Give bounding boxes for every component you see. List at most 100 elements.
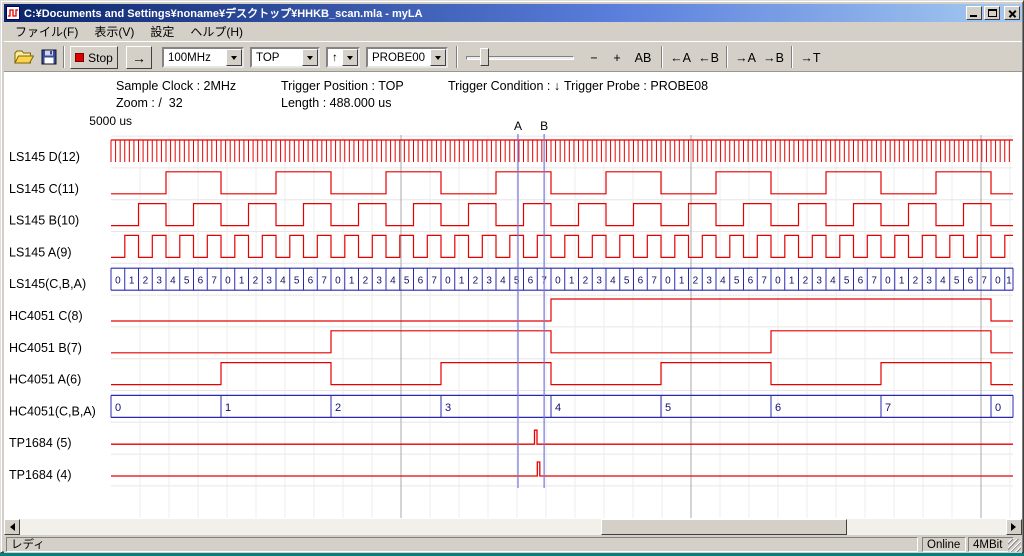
channel-row: LS145(C,B,A)0123456701234567012345670123… <box>9 268 1013 291</box>
digital-waveform <box>111 235 1013 257</box>
run-button[interactable]: → <box>126 46 152 69</box>
status-message: レディ <box>6 537 918 552</box>
svg-text:7: 7 <box>871 276 877 287</box>
svg-text:1: 1 <box>679 276 685 287</box>
goto-trigger-button[interactable]: →T <box>797 48 824 67</box>
svg-text:6: 6 <box>858 276 864 287</box>
menu-settings[interactable]: 設定 <box>142 21 182 42</box>
svg-text:4: 4 <box>830 276 836 287</box>
pulse-waveform <box>111 462 1013 476</box>
svg-text:3: 3 <box>486 276 492 287</box>
forward-a-button[interactable]: →A <box>732 48 759 67</box>
svg-text:2: 2 <box>693 276 699 287</box>
toolbar-separator <box>63 46 65 68</box>
minimize-button[interactable] <box>966 6 982 20</box>
ab-cursor-button[interactable]: AB <box>630 48 656 67</box>
svg-text:5: 5 <box>624 276 630 287</box>
goto-a-button[interactable]: ←A <box>667 48 694 67</box>
dropdown-arrow-icon[interactable] <box>226 49 242 66</box>
channel-row: LS145 A(9) <box>9 235 1013 259</box>
zoom-in-button[interactable]: + <box>607 48 627 67</box>
svg-text:5: 5 <box>734 276 740 287</box>
waveform-display[interactable]: LS145 D(12) LS145 C(11) LS145 B(10) LS145 A… <box>4 72 1022 519</box>
trigger-probe-select[interactable]: PROBE00 <box>366 47 448 68</box>
scroll-right-button[interactable] <box>1006 519 1022 535</box>
svg-text:3: 3 <box>376 276 382 287</box>
svg-text:7: 7 <box>211 276 217 287</box>
zoom-out-button[interactable]: − <box>584 48 604 67</box>
horizontal-scrollbar[interactable] <box>4 519 1022 535</box>
menu-file[interactable]: ファイル(F) <box>7 21 86 42</box>
trigger-position-select[interactable]: TOP <box>250 47 320 68</box>
scrollbar-thumb[interactable] <box>601 519 847 535</box>
channel-label: LS145 B(10) <box>9 214 79 228</box>
window-title: C:¥Documents and Settings¥noname¥デスクトップ¥… <box>24 5 964 21</box>
trigger-probe-value: PROBE00 <box>368 49 430 66</box>
svg-text:3: 3 <box>926 276 932 287</box>
cursor-a[interactable]: A <box>514 119 522 488</box>
maximize-button[interactable] <box>984 6 1000 20</box>
svg-text:4: 4 <box>280 276 286 287</box>
svg-text:4: 4 <box>940 276 946 287</box>
svg-text:0: 0 <box>115 402 121 414</box>
zoom-slider[interactable] <box>466 42 574 73</box>
close-button[interactable] <box>1004 6 1020 20</box>
sample-rate-select[interactable]: 100MHz <box>162 47 244 68</box>
save-file-button[interactable] <box>37 45 61 69</box>
open-file-button[interactable] <box>12 45 36 69</box>
svg-text:5: 5 <box>294 276 300 287</box>
svg-text:0: 0 <box>665 276 671 287</box>
toolbar: Stop → 100MHz TOP ↑ PROBE00 − + AB <box>4 41 1022 72</box>
svg-text:3: 3 <box>445 402 451 414</box>
trigger-edge-select[interactable]: ↑ <box>326 47 360 68</box>
svg-text:7: 7 <box>431 276 437 287</box>
scroll-left-icon <box>6 523 15 531</box>
run-arrow-icon: → <box>132 50 146 66</box>
svg-text:0: 0 <box>555 276 561 287</box>
scroll-left-button[interactable] <box>4 519 20 535</box>
resize-grip[interactable] <box>1008 539 1021 552</box>
svg-text:3: 3 <box>816 276 822 287</box>
statusbar: レディ Online 4MBit <box>4 536 1022 553</box>
status-online: Online <box>922 537 966 552</box>
svg-text:7: 7 <box>761 276 767 287</box>
sample-rate-value: 100MHz <box>164 49 226 66</box>
channel-label: LS145 A(9) <box>9 245 72 259</box>
svg-text:4: 4 <box>610 276 616 287</box>
svg-text:1: 1 <box>569 276 575 287</box>
svg-text:2: 2 <box>913 276 919 287</box>
svg-text:7: 7 <box>981 276 987 287</box>
toolbar-separator <box>661 46 663 68</box>
svg-text:2: 2 <box>253 276 259 287</box>
channel-label: LS145 C(11) <box>9 182 79 196</box>
menu-view[interactable]: 表示(V) <box>86 21 142 42</box>
svg-text:1: 1 <box>239 276 245 287</box>
menu-help[interactable]: ヘルプ(H) <box>182 21 251 42</box>
dropdown-arrow-icon[interactable] <box>302 49 318 66</box>
digital-waveform <box>111 331 1013 353</box>
channel-row: LS145 D(12) <box>9 140 1013 164</box>
svg-text:4: 4 <box>390 276 396 287</box>
svg-text:6: 6 <box>638 276 644 287</box>
svg-text:0: 0 <box>775 276 781 287</box>
svg-text:3: 3 <box>596 276 602 287</box>
forward-b-button[interactable]: →B <box>760 48 787 67</box>
svg-text:1: 1 <box>789 276 795 287</box>
svg-text:4: 4 <box>720 276 726 287</box>
channel-row: LS145 C(11) <box>9 172 1013 196</box>
dropdown-arrow-icon[interactable] <box>342 49 358 66</box>
svg-text:4: 4 <box>500 276 506 287</box>
channel-label: HC4051(C,B,A) <box>9 404 96 418</box>
cursor-b[interactable]: B <box>540 119 548 488</box>
dropdown-arrow-icon[interactable] <box>430 49 446 66</box>
channel-label: HC4051 B(7) <box>9 341 82 355</box>
stop-button[interactable]: Stop <box>70 46 118 69</box>
svg-text:1: 1 <box>129 276 135 287</box>
channel-label: TP1684 (5) <box>9 436 72 450</box>
titlebar[interactable]: C:¥Documents and Settings¥noname¥デスクトップ¥… <box>4 4 1022 22</box>
zoom-slider-thumb[interactable] <box>480 48 489 66</box>
svg-text:0: 0 <box>115 276 121 287</box>
svg-text:3: 3 <box>156 276 162 287</box>
svg-text:6: 6 <box>968 276 974 287</box>
goto-b-button[interactable]: ←B <box>695 48 722 67</box>
